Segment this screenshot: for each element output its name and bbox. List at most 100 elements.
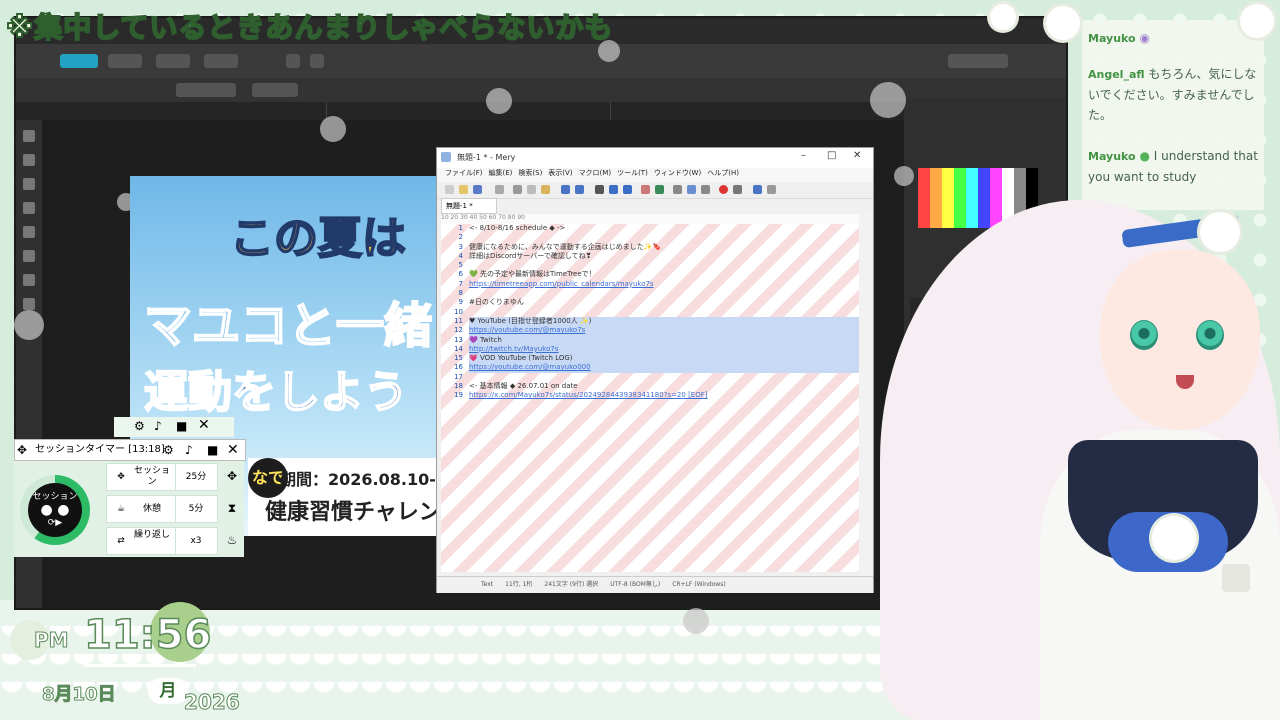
session-timer-widget: ⚙ ♪ ■ ✕ ✥ セッションタイマー [13:18] ⚙ ♪ ■ ✕ セッショ… xyxy=(14,417,246,557)
move-tool-icon[interactable] xyxy=(23,130,35,142)
menu-search[interactable]: 検索(S) xyxy=(518,169,542,177)
find-next-icon[interactable] xyxy=(609,185,618,194)
open-folder-icon[interactable] xyxy=(459,185,468,194)
flower-decoration xyxy=(1046,6,1080,40)
settings-icon[interactable] xyxy=(767,185,776,194)
move-icon[interactable]: ✥ xyxy=(224,469,240,485)
repeat-row[interactable]: ⇄ 繰り返し x3 xyxy=(106,527,218,555)
toolbar-tab-active[interactable] xyxy=(60,54,98,68)
timer-control-icons[interactable]: ⟳▶ xyxy=(28,518,82,528)
chat-message: Mayuko ● I understand that you want to s… xyxy=(1088,146,1264,187)
paste-icon[interactable] xyxy=(541,185,550,194)
fill-tool-icon[interactable] xyxy=(23,250,35,262)
option-button[interactable] xyxy=(252,83,298,97)
window-icon[interactable]: ■ xyxy=(176,419,187,433)
find-icon[interactable] xyxy=(595,185,604,194)
menu-tools[interactable]: ツール(T) xyxy=(617,169,648,177)
undo-icon[interactable] xyxy=(561,185,570,194)
globe-icon[interactable] xyxy=(655,185,664,194)
close-icon[interactable]: ✕ xyxy=(198,417,210,433)
row-label: 繰り返し xyxy=(133,530,170,540)
timer-body: セッション ● ● ⟳▶ ✥ セッション 25分 ☕ 休憩 5分 ⇄ 繰り返し … xyxy=(14,461,244,557)
toolbar-tab[interactable] xyxy=(156,54,190,68)
find-prev-icon[interactable] xyxy=(623,185,632,194)
zoom-tool-icon[interactable] xyxy=(23,298,35,310)
settings-icon[interactable]: ⚙ xyxy=(163,440,174,460)
editor-menubar: ファイル(F) 編集(E) 検索(S) 表示(V) マクロ(M) ツール(T) ウィンドウ(… xyxy=(437,168,873,182)
editor-text-area[interactable]: 1 2 3 4 5 6 7 8 9 10 11 12 13 14 15 16 17 18 19 <- 8/10-8/… xyxy=(441,224,859,572)
menu-macro[interactable]: マクロ(M) xyxy=(579,169,612,177)
document-tab[interactable] xyxy=(46,102,327,120)
text-line: 健康になるために、みんなで運動する企画はじめました✨🔖 xyxy=(469,242,662,251)
timer-center-label: セッション xyxy=(32,492,78,502)
hourglass-icon[interactable]: ⧗ xyxy=(224,501,240,517)
bubble-decoration xyxy=(894,166,914,186)
minimize-icon[interactable]: – xyxy=(801,150,806,161)
record-macro-icon[interactable] xyxy=(719,185,728,194)
cut-icon[interactable] xyxy=(513,185,522,194)
settings-icon[interactable]: ⚙ xyxy=(134,419,145,433)
select-tool-icon[interactable] xyxy=(23,154,35,166)
avatar-eye-left xyxy=(1130,320,1158,350)
status-position: 11行, 1桁 xyxy=(505,581,533,588)
status-newline: CR+LF (Windows) xyxy=(672,581,726,588)
document-tab[interactable] xyxy=(330,102,611,120)
vertical-scrollbar[interactable] xyxy=(859,212,871,574)
music-icon[interactable]: ♪ xyxy=(185,440,193,460)
toolbar-tab[interactable] xyxy=(204,54,238,68)
print-icon[interactable] xyxy=(495,185,504,194)
view-icon[interactable] xyxy=(687,185,696,194)
close-icon[interactable]: ✕ xyxy=(227,440,239,460)
text-line: https://youtube.com/@mayuko000 xyxy=(469,363,859,373)
close-icon[interactable]: ✕ xyxy=(853,150,861,161)
menu-help[interactable]: ヘルプ(H) xyxy=(707,169,739,177)
save-icon[interactable] xyxy=(473,185,482,194)
text-line: <- 8/10-8/16 schedule ◆ -> xyxy=(469,224,566,232)
menu-window[interactable]: ウィンドウ(W) xyxy=(654,169,701,177)
play-macro-icon[interactable] xyxy=(733,185,742,194)
text-line: http://twitch.tv/Mayuko7s xyxy=(469,344,859,355)
drag-handle-icon[interactable]: ✥ xyxy=(17,440,27,460)
lasso-tool-icon[interactable] xyxy=(23,178,35,190)
menu-view[interactable]: 表示(V) xyxy=(548,169,572,177)
eraser-tool-icon[interactable] xyxy=(23,226,35,238)
timer-face: セッション ● ● ⟳▶ xyxy=(28,483,82,537)
poster-title-line1: この夏は xyxy=(229,212,407,265)
menu-file[interactable]: ファイル(F) xyxy=(445,169,483,177)
session-length-row[interactable]: ✥ セッション 25分 xyxy=(106,463,218,491)
toolbar-tab[interactable] xyxy=(108,54,142,68)
wrap-icon[interactable] xyxy=(673,185,682,194)
text-tool-icon[interactable] xyxy=(23,274,35,286)
new-file-icon[interactable] xyxy=(445,185,454,194)
window-icon[interactable]: ■ xyxy=(207,440,218,460)
break-length-row[interactable]: ☕ 休憩 5分 xyxy=(106,495,218,523)
line-number: 16 xyxy=(454,363,463,372)
timer-mini-toolbar: ⚙ ♪ ■ ✕ xyxy=(114,417,234,437)
redo-icon[interactable] xyxy=(575,185,584,194)
app-icon xyxy=(441,152,451,162)
replace-icon[interactable] xyxy=(641,185,650,194)
document-tab[interactable]: 無題-1 * xyxy=(441,198,497,214)
pin-icon[interactable] xyxy=(753,185,762,194)
workspace-button[interactable] xyxy=(948,54,1008,68)
poster-date: 期間：2026.08.10- xyxy=(280,470,436,489)
line-number: 9 xyxy=(458,298,463,307)
chat-panel: Mayuko ◉ Angel_afl もちろん、気にしないでください。すみません… xyxy=(1082,20,1264,210)
coffee-icon: ☕ xyxy=(116,504,126,514)
bottle-icon[interactable]: ♨ xyxy=(224,533,240,549)
maximize-icon[interactable]: □ xyxy=(827,150,836,161)
menu-edit[interactable]: 編集(E) xyxy=(489,169,513,177)
brush-tool-icon[interactable] xyxy=(23,202,35,214)
option-button[interactable] xyxy=(176,83,236,97)
editor-titlebar: 無題-1 * - Mery – □ ✕ xyxy=(437,148,873,168)
chat-message: Mayuko ◉ xyxy=(1088,28,1264,49)
app-toolbar xyxy=(16,44,1066,78)
split-icon[interactable] xyxy=(701,185,710,194)
line-number: 11 xyxy=(454,316,463,325)
music-icon[interactable]: ♪ xyxy=(154,419,162,433)
copy-icon[interactable] xyxy=(527,185,536,194)
toolbar-button[interactable] xyxy=(286,54,300,68)
line-number: 8 xyxy=(458,289,463,298)
toolbar-button[interactable] xyxy=(310,54,324,68)
line-number: 14 xyxy=(454,344,463,353)
